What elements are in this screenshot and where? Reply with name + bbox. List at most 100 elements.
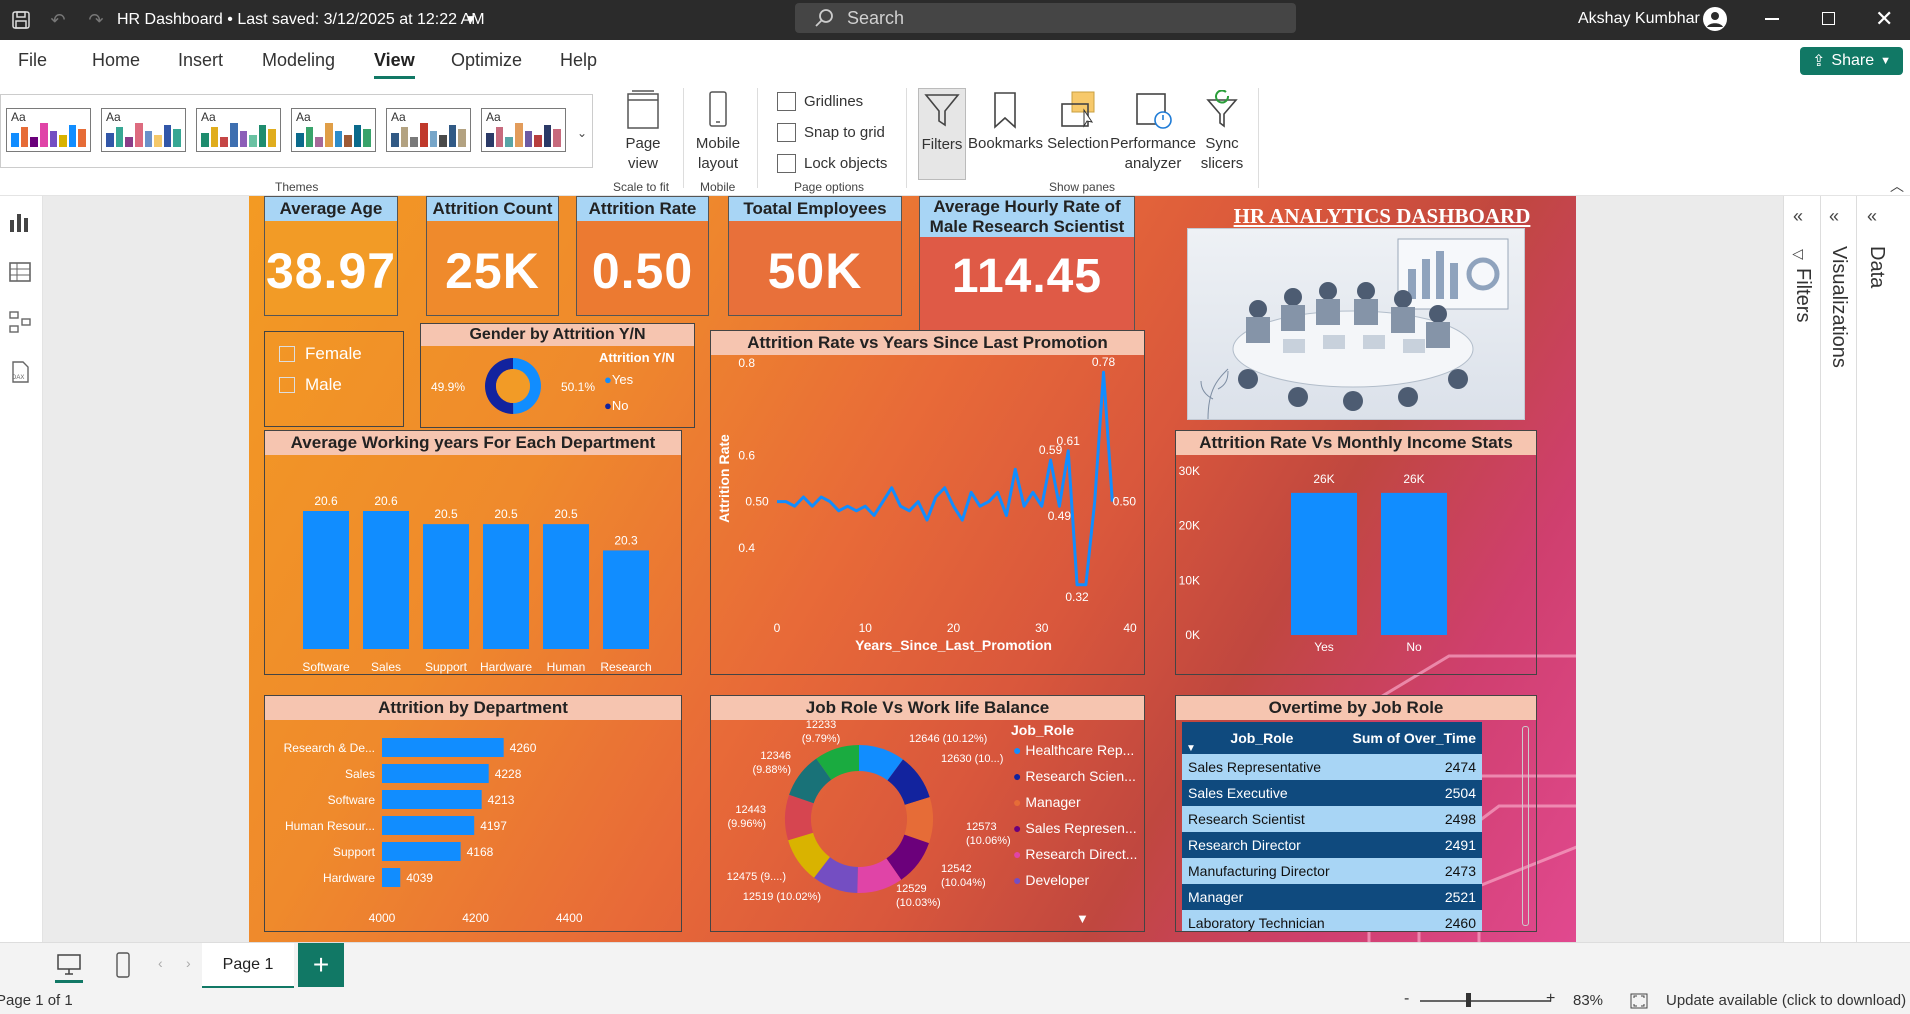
zoom-in-button[interactable]: +	[1546, 990, 1555, 1008]
menu-optimize[interactable]: Optimize	[451, 50, 522, 71]
desktop-layout-icon[interactable]	[57, 954, 81, 976]
years-bar	[603, 550, 649, 649]
share-button[interactable]: ⇪ Share ▼	[1800, 47, 1903, 75]
close-icon[interactable]: ✕	[1875, 6, 1893, 32]
fit-to-page-icon[interactable]	[1630, 993, 1648, 1009]
mobile-layout-button[interactable]: Mobile layout	[690, 90, 746, 174]
menu-view[interactable]: View	[374, 50, 415, 79]
table-row[interactable]: Manufacturing Director 2473	[1182, 858, 1482, 884]
legend-scroll-down-icon[interactable]: ▼	[1076, 911, 1089, 926]
menu-file[interactable]: File	[18, 50, 47, 71]
filter-icon	[922, 91, 962, 131]
themes-expand-icon[interactable]: ⌄	[577, 126, 587, 140]
gender-attrition-chart: Gender by Attrition Y/N 49.9% 50.1% Attri…	[420, 323, 695, 428]
expand-data-icon[interactable]: «	[1867, 206, 1877, 227]
zoom-slider-thumb[interactable]	[1466, 993, 1471, 1007]
job-legend-item: ● Manager	[1013, 794, 1143, 820]
expand-visualizations-icon[interactable]: «	[1829, 206, 1839, 227]
theme-color-bar	[210, 127, 219, 147]
table-row[interactable]: Research Director 2491	[1182, 832, 1482, 858]
checkbox-female[interactable]	[279, 346, 295, 362]
update-notice[interactable]: Update available (click to download)	[1666, 992, 1906, 1009]
col-header-job-role[interactable]: Job_Role ▼	[1182, 722, 1342, 754]
filters-pane-tab[interactable]: Filters	[1791, 268, 1814, 322]
promo-ytick: 0.4	[738, 541, 755, 555]
page-view-button[interactable]: Page view	[612, 90, 674, 174]
mobile-view-icon[interactable]	[116, 952, 130, 978]
theme-swatch-2[interactable]: Aa	[101, 108, 186, 152]
undo-icon[interactable]: ↶	[46, 8, 70, 32]
collapse-ribbon-icon[interactable]: ︿	[1890, 176, 1904, 196]
attrition-dept-title: Attrition by Department	[265, 696, 681, 720]
zoom-slider[interactable]	[1420, 1000, 1551, 1002]
redo-icon[interactable]: ↷	[84, 8, 108, 32]
table-row[interactable]: Sales Representative 2474	[1182, 754, 1482, 780]
dept-bar	[382, 816, 475, 835]
bookmarks-button[interactable]: Bookmarks	[968, 90, 1043, 154]
dept-bar-label: 4260	[510, 741, 537, 755]
snap-to-grid-checkbox[interactable]: Snap to grid	[777, 123, 885, 142]
menu-modeling[interactable]: Modeling	[262, 50, 335, 71]
theme-color-bar	[429, 131, 438, 147]
save-icon[interactable]	[9, 8, 33, 32]
minimize-icon[interactable]	[1765, 18, 1779, 20]
next-page-icon[interactable]: ›	[186, 955, 191, 971]
show-panes-label: Show panes	[1049, 180, 1116, 194]
table-row[interactable]: Sales Executive 2504	[1182, 780, 1482, 806]
lock-objects-checkbox[interactable]: Lock objects	[777, 154, 887, 173]
years-category-label: Sales	[371, 660, 401, 674]
add-page-button[interactable]: +	[298, 943, 344, 987]
gridlines-checkbox[interactable]: Gridlines	[777, 92, 863, 111]
sort-icon[interactable]: ▼	[1186, 743, 1196, 754]
search-box[interactable]: Search	[795, 3, 1296, 33]
theme-sample-text: Aa	[201, 110, 216, 124]
slicer-option-female[interactable]: Female	[279, 344, 362, 364]
theme-swatch-5[interactable]: Aa	[386, 108, 471, 152]
prev-page-icon[interactable]: ‹	[158, 955, 163, 971]
checkbox-male[interactable]	[279, 377, 295, 393]
selection-button[interactable]: Selection	[1044, 90, 1112, 154]
theme-swatch-1[interactable]: Aa	[6, 108, 91, 152]
visualizations-pane-tab[interactable]: Visualizations	[1827, 246, 1850, 368]
gridlines-box[interactable]	[777, 92, 796, 111]
theme-swatch-4[interactable]: Aa	[291, 108, 376, 152]
job-legend-dot: ●	[1013, 768, 1026, 784]
theme-color-bar	[11, 133, 19, 147]
table-row[interactable]: Manager 2521	[1182, 884, 1482, 910]
performance-analyzer-button[interactable]: Performance analyzer	[1110, 90, 1196, 174]
expand-filters-icon[interactable]: «	[1793, 206, 1803, 227]
maximize-icon[interactable]	[1822, 12, 1835, 25]
model-view-icon[interactable]	[8, 310, 32, 334]
table-view-icon[interactable]	[8, 260, 32, 284]
slicer-option-male[interactable]: Male	[279, 375, 342, 395]
col-header-overtime[interactable]: Sum of Over_Time	[1342, 722, 1482, 754]
title-dropdown-icon[interactable]: ▼	[465, 12, 477, 26]
snap-box[interactable]	[777, 123, 796, 142]
zoom-out-button[interactable]: -	[1404, 990, 1409, 1008]
theme-swatch-6[interactable]: Aa	[481, 108, 566, 152]
report-view-icon[interactable]	[8, 210, 32, 234]
theme-swatch-3[interactable]: Aa	[196, 108, 281, 152]
team-meeting-illustration	[1187, 228, 1525, 420]
menu-home[interactable]: Home	[92, 50, 140, 71]
filters-button[interactable]: Filters	[918, 88, 966, 180]
table-row[interactable]: Research Scientist 2498	[1182, 806, 1482, 832]
dax-query-icon[interactable]: DAX	[8, 360, 32, 384]
menu-help[interactable]: Help	[560, 50, 597, 71]
job-legend-label: Research Direct...	[1025, 846, 1138, 862]
job-donut-label: (9.88%)	[752, 764, 791, 776]
table-scrollbar[interactable]	[1522, 726, 1529, 926]
table-row[interactable]: Laboratory Technician 2460	[1182, 910, 1482, 931]
sync-slicers-button[interactable]: Sync slicers	[1196, 89, 1248, 174]
years-category-label: Human	[547, 660, 586, 674]
data-pane-tab[interactable]: Data	[1865, 246, 1888, 288]
bookmark-icon	[985, 90, 1025, 130]
theme-color-bars	[296, 123, 371, 147]
avatar[interactable]	[1703, 7, 1727, 31]
dept-category-label: Software	[328, 793, 376, 807]
lock-box[interactable]	[777, 154, 796, 173]
tab-page-1[interactable]: Page 1	[202, 943, 294, 989]
menu-insert[interactable]: Insert	[178, 50, 223, 71]
dashboard-title: HR ANALYTICS DASHBOARD	[1233, 204, 1531, 228]
kpi-title: Attrition Rate	[577, 197, 708, 221]
